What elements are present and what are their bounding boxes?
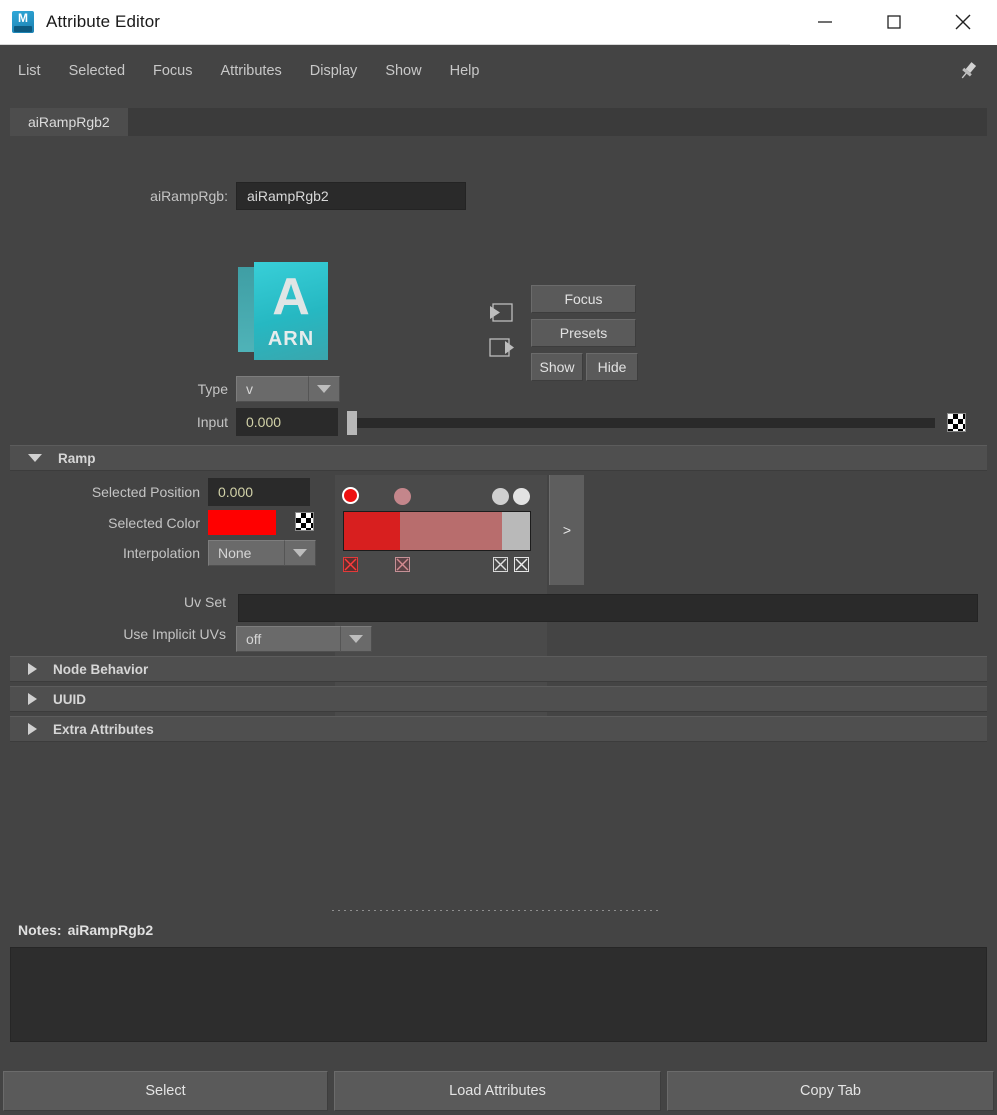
section-title-extra-attributes: Extra Attributes <box>53 721 154 737</box>
interpolation-dropdown-value: None <box>208 540 284 566</box>
ramp-band <box>399 512 503 550</box>
chevron-down-icon <box>284 540 316 566</box>
input-connection-icon[interactable] <box>488 302 515 324</box>
ramp-band <box>344 512 400 550</box>
ramp-marker[interactable] <box>492 488 509 505</box>
ramp-gradient-bar[interactable] <box>343 511 531 551</box>
menubar: List Selected Focus Attributes Display S… <box>0 45 997 97</box>
use-implicit-uvs-dropdown[interactable]: off <box>236 626 372 652</box>
interpolation-row: Interpolation None <box>0 540 320 566</box>
ramp-marker[interactable] <box>342 487 359 504</box>
hide-button[interactable]: Hide <box>586 353 638 381</box>
select-button[interactable]: Select <box>3 1071 328 1111</box>
selected-color-map-checker-icon[interactable] <box>295 512 314 531</box>
selected-position-row: Selected Position 0.000 <box>0 478 320 506</box>
section-header-extra-attributes[interactable]: Extra Attributes <box>10 716 987 742</box>
input-value-field[interactable]: 0.000 <box>236 408 338 436</box>
section-title-node-behavior: Node Behavior <box>53 661 149 677</box>
ramp-marker[interactable] <box>394 488 411 505</box>
type-row: Type v <box>0 376 350 402</box>
section-header-uuid[interactable]: UUID <box>10 686 987 712</box>
selected-color-label: Selected Color <box>108 514 200 531</box>
chevron-right-icon <box>28 663 37 675</box>
input-slider-track <box>349 418 935 428</box>
notes-separator <box>332 910 660 911</box>
arnold-icon-caption: ARN <box>267 328 315 350</box>
interpolation-dropdown[interactable]: None <box>208 540 316 566</box>
ramp-marker-delete-icon[interactable] <box>395 557 410 572</box>
chevron-down-icon <box>28 454 42 462</box>
menu-item-help[interactable]: Help <box>450 59 480 83</box>
input-slider-handle[interactable] <box>347 411 357 435</box>
input-row: Input 0.000 <box>0 408 350 436</box>
menu-item-list[interactable]: List <box>18 59 41 83</box>
chevron-right-icon <box>28 723 37 735</box>
ramp-marker-delete-icon[interactable] <box>493 557 508 572</box>
uv-set-label: Uv Set <box>183 594 226 610</box>
section-header-ramp[interactable]: Ramp <box>10 445 987 471</box>
ramp-marker[interactable] <box>513 488 530 505</box>
selected-color-row: Selected Color <box>0 510 320 535</box>
uv-set-input[interactable] <box>238 594 978 622</box>
window-title: Attribute Editor <box>46 12 161 31</box>
tab-airampgb2[interactable]: aiRampRgb2 <box>10 108 128 136</box>
window-controls <box>790 0 997 45</box>
output-connection-icon[interactable] <box>488 337 515 359</box>
maya-logo-base <box>14 26 32 32</box>
use-implicit-uvs-value: off <box>236 626 340 652</box>
type-dropdown[interactable]: v <box>236 376 340 402</box>
notes-textarea[interactable] <box>10 947 987 1042</box>
ramp-expand-button[interactable]: > <box>549 475 584 585</box>
use-implicit-uvs-row: Use Implicit UVs <box>0 626 240 642</box>
type-dropdown-value: v <box>236 376 308 402</box>
notes-label: Notes: <box>18 922 62 938</box>
load-attributes-button[interactable]: Load Attributes <box>334 1071 661 1111</box>
window-titlebar: M Attribute Editor <box>0 0 997 45</box>
selected-color-swatch[interactable] <box>208 510 276 535</box>
ramp-band <box>502 512 530 550</box>
maya-logo-letter: M <box>18 11 28 25</box>
menu-item-display[interactable]: Display <box>310 59 358 83</box>
selected-position-label: Selected Position <box>91 484 200 500</box>
minimize-button[interactable] <box>790 0 859 45</box>
node-type-label: aiRampRgb: <box>150 188 228 204</box>
menu-item-selected[interactable]: Selected <box>69 59 125 83</box>
show-button[interactable]: Show <box>531 353 583 381</box>
input-slider[interactable] <box>343 409 937 437</box>
menu-item-attributes[interactable]: Attributes <box>221 59 282 83</box>
presets-button[interactable]: Presets <box>531 319 636 347</box>
menu-item-show[interactable]: Show <box>385 59 421 83</box>
menu-item-focus[interactable]: Focus <box>153 59 193 83</box>
node-name-row: aiRampRgb: aiRampRgb2 <box>0 182 470 210</box>
maya-logo-icon: M <box>12 11 34 33</box>
arnold-icon-letter: A <box>272 268 310 326</box>
close-button[interactable] <box>928 0 997 45</box>
ramp-marker-delete-icon[interactable] <box>514 557 529 572</box>
section-title-ramp: Ramp <box>58 450 96 466</box>
input-map-checker-icon[interactable] <box>947 413 966 432</box>
pin-icon[interactable] <box>955 58 981 84</box>
chevron-right-icon <box>28 693 37 705</box>
interpolation-label: Interpolation <box>122 545 200 561</box>
attribute-editor-content: aiRampRgb: aiRampRgb2 Focus Presets Show… <box>0 137 997 1062</box>
ramp-marker-delete-icon[interactable] <box>343 557 358 572</box>
selected-position-field[interactable]: 0.000 <box>208 478 310 506</box>
section-title-uuid: UUID <box>53 691 86 707</box>
tab-strip: aiRampRgb2 <box>10 108 987 136</box>
notes-node-name: aiRampRgb2 <box>67 922 154 938</box>
uv-set-row: Uv Set <box>0 594 240 610</box>
focus-button[interactable]: Focus <box>531 285 636 313</box>
input-label: Input <box>196 414 228 430</box>
chevron-down-icon <box>340 626 372 652</box>
copy-tab-button[interactable]: Copy Tab <box>667 1071 994 1111</box>
notes-label-row: Notes: aiRampRgb2 <box>18 922 153 938</box>
arnold-node-icon: A ARN <box>238 262 330 360</box>
maximize-button[interactable] <box>859 0 928 45</box>
use-implicit-uvs-label: Use Implicit UVs <box>123 626 226 642</box>
bottom-button-bar: Select Load Attributes Copy Tab <box>0 1068 997 1115</box>
node-name-input[interactable]: aiRampRgb2 <box>236 182 466 210</box>
chevron-down-icon <box>308 376 340 402</box>
section-header-node-behavior[interactable]: Node Behavior <box>10 656 987 682</box>
type-label: Type <box>197 381 228 397</box>
